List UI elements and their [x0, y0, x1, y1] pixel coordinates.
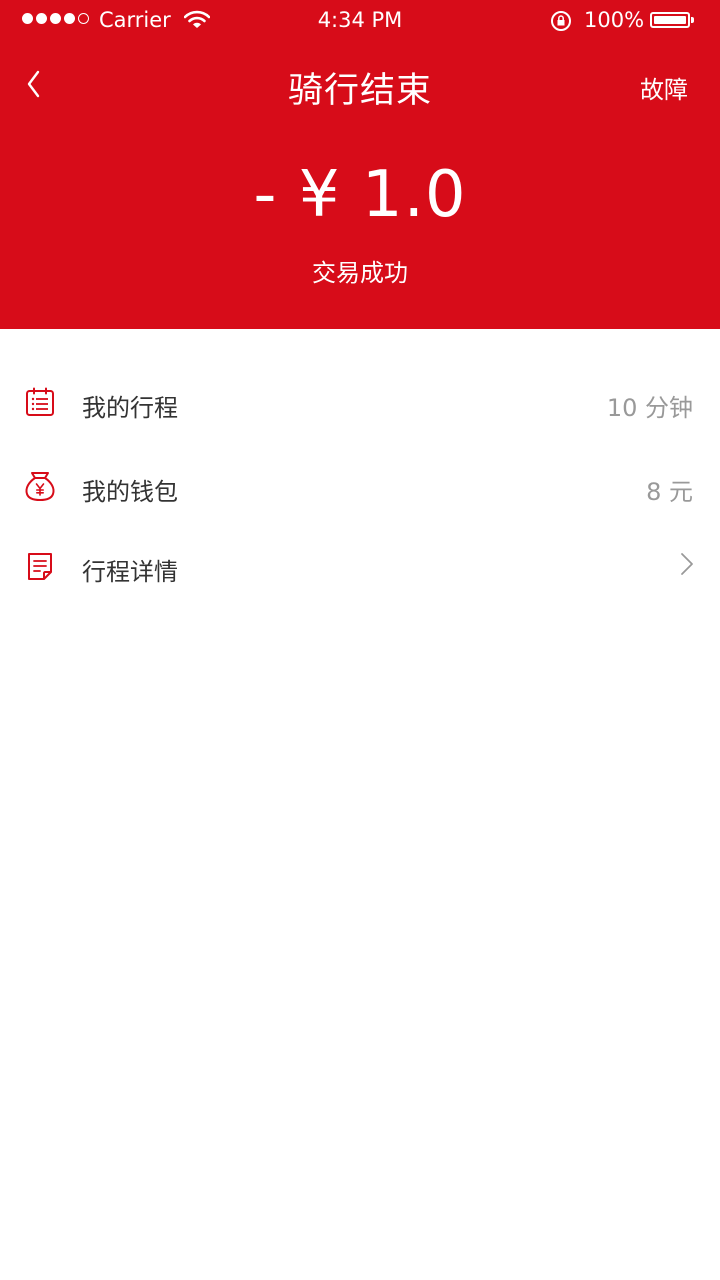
battery-icon — [650, 12, 694, 28]
menu-item-my-wallet[interactable]: 我的钱包 8 元 — [0, 444, 720, 526]
payment-amount: - ¥ 1.0 — [253, 158, 467, 232]
menu-item-trip-details[interactable]: 行程详情 — [0, 524, 720, 606]
calendar-list-icon — [26, 387, 54, 416]
battery-percentage: 100% — [584, 8, 645, 32]
header-panel: Carrier 4:34 PM 100% 骑行结束 故障 - ¥ 1.0 交易成… — [0, 0, 720, 329]
menu-item-label: 我的钱包 — [82, 478, 178, 506]
report-fault-button[interactable]: 故障 — [640, 70, 688, 105]
trip-duration-value: 10 分钟 — [606, 394, 693, 422]
menu-list: 我的行程 10 分钟 我的钱包 8 元 行程详情 — [0, 360, 720, 606]
page-title: 骑行结束 — [287, 71, 432, 111]
rotation-lock-icon — [551, 11, 571, 31]
chevron-right-icon — [681, 553, 693, 575]
menu-item-my-trips[interactable]: 我的行程 10 分钟 — [0, 360, 720, 442]
wallet-balance-value: 8 元 — [646, 478, 693, 506]
money-bag-icon — [25, 472, 55, 501]
status-bar: Carrier 4:34 PM 100% — [0, 0, 720, 40]
payment-status: 交易成功 — [312, 259, 408, 287]
document-icon — [28, 553, 52, 580]
menu-item-label: 行程详情 — [82, 558, 178, 586]
menu-item-label: 我的行程 — [82, 394, 178, 422]
